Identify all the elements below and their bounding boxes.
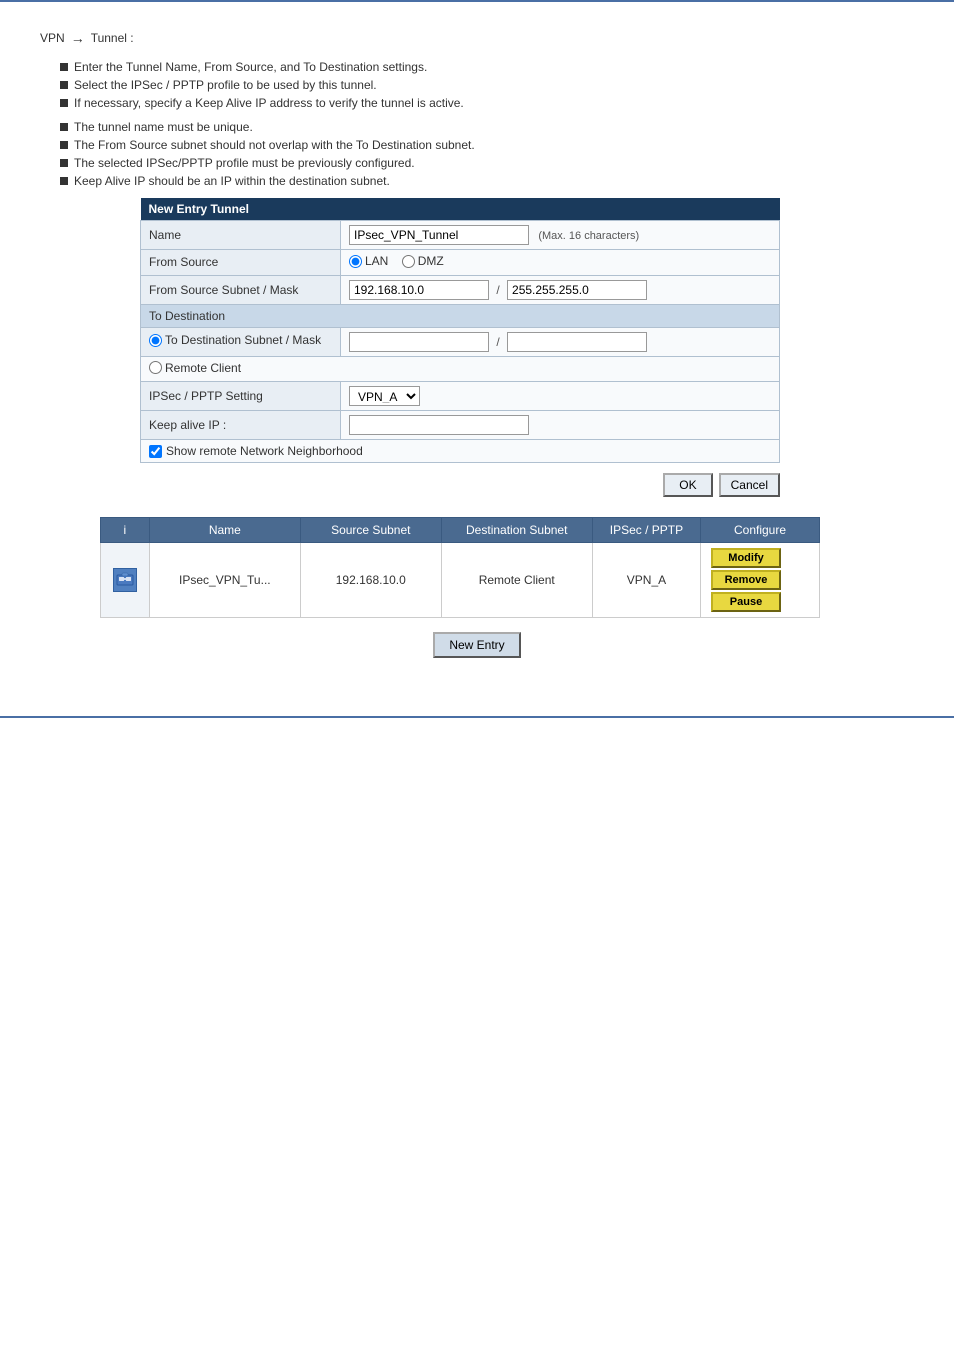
from-subnet-cell: / xyxy=(341,275,780,304)
ipsec-label: IPSec / PPTP Setting xyxy=(141,382,341,411)
bullet-item-4: The tunnel name must be unique. xyxy=(60,120,914,134)
col-header-i: i xyxy=(101,518,150,543)
nav-arrow: → xyxy=(71,30,85,46)
bullet-list-group1: Enter the Tunnel Name, From Source, and … xyxy=(40,60,914,110)
to-dest-subnet-cell: / xyxy=(341,327,780,356)
cancel-button[interactable]: Cancel xyxy=(719,473,780,497)
from-subnet-label: From Source Subnet / Mask xyxy=(141,275,341,304)
name-label: Name xyxy=(141,221,341,250)
row-ipsec: VPN_A xyxy=(592,543,700,618)
radio-dmz-text: DMZ xyxy=(418,254,444,268)
table-row: IPsec_VPN_Tu... 192.168.10.0 Remote Clie… xyxy=(101,543,820,618)
vpn-icon xyxy=(113,568,137,592)
new-entry-button[interactable]: New Entry xyxy=(433,632,520,658)
col-header-source: Source Subnet xyxy=(301,518,442,543)
new-entry-form: New Entry Tunnel Name (Max. 16 character… xyxy=(140,198,780,463)
bullet-item-3: If necessary, specify a Keep Alive IP ad… xyxy=(60,96,914,110)
radio-dest-subnet[interactable] xyxy=(149,334,162,347)
ipsec-select[interactable]: VPN_A VPN_B VPN_C xyxy=(349,386,420,406)
show-network-label: Show remote Network Neighborhood xyxy=(166,444,363,458)
radio-remote-client[interactable] xyxy=(149,361,162,374)
nav-tunnel: Tunnel : xyxy=(91,31,134,45)
bullet-icon-7 xyxy=(60,177,68,185)
row-configure: Modify Remove Pause xyxy=(701,543,820,618)
bullet-item-5: The From Source subnet should not overla… xyxy=(60,138,914,152)
to-dest-subnet-text: To Destination Subnet / Mask xyxy=(165,333,321,347)
pause-button[interactable]: Pause xyxy=(711,592,781,612)
bullet-icon-5 xyxy=(60,141,68,149)
bullet-item-1: Enter the Tunnel Name, From Source, and … xyxy=(60,60,914,74)
bullet-icon-4 xyxy=(60,123,68,131)
radio-dmz[interactable] xyxy=(402,255,415,268)
bullet-icon-3 xyxy=(60,99,68,107)
bullet-list-group2: The tunnel name must be unique. The From… xyxy=(40,120,914,188)
show-network-cell: Show remote Network Neighborhood xyxy=(141,440,780,463)
ok-cancel-row: OK Cancel xyxy=(140,473,780,497)
bullet-icon-6 xyxy=(60,159,68,167)
bullet-item-7: Keep Alive IP should be an IP within the… xyxy=(60,174,914,188)
to-dest-subnet-label: To Destination Subnet / Mask xyxy=(141,327,341,356)
radio-remote-client-label[interactable]: Remote Client xyxy=(149,361,241,375)
bullet-icon-1 xyxy=(60,63,68,71)
name-cell: (Max. 16 characters) xyxy=(341,221,780,250)
name-hint: (Max. 16 characters) xyxy=(538,230,639,242)
radio-lan-text: LAN xyxy=(365,254,388,268)
to-dest-subnet-input[interactable] xyxy=(349,332,489,352)
row-icon-cell xyxy=(101,543,150,618)
col-header-ipsec: IPSec / PPTP xyxy=(592,518,700,543)
from-subnet-input[interactable] xyxy=(349,280,489,300)
radio-dest-subnet-label[interactable]: To Destination Subnet / Mask xyxy=(149,333,321,347)
radio-lan[interactable] xyxy=(349,255,362,268)
ipsec-cell: VPN_A VPN_B VPN_C xyxy=(341,382,780,411)
result-table: i Name Source Subnet Destination Subnet … xyxy=(100,517,820,618)
keep-alive-input[interactable] xyxy=(349,415,529,435)
form-title: New Entry Tunnel xyxy=(141,198,780,221)
remote-client-text: Remote Client xyxy=(165,361,241,375)
to-dest-slash: / xyxy=(496,335,499,349)
name-input[interactable] xyxy=(349,225,529,245)
new-entry-row: New Entry xyxy=(40,632,914,658)
from-mask-input[interactable] xyxy=(507,280,647,300)
keep-alive-label: Keep alive IP : xyxy=(141,411,341,440)
bullet-item-6: The selected IPSec/PPTP profile must be … xyxy=(60,156,914,170)
col-header-dest: Destination Subnet xyxy=(441,518,592,543)
row-name: IPsec_VPN_Tu... xyxy=(149,543,300,618)
remote-client-cell: Remote Client xyxy=(141,356,780,382)
from-source-label: From Source xyxy=(141,250,341,276)
bullet-icon-2 xyxy=(60,81,68,89)
to-dest-header: To Destination xyxy=(141,304,780,327)
subnet-slash: / xyxy=(496,283,499,297)
nav-vpn: VPN xyxy=(40,31,65,45)
remove-button[interactable]: Remove xyxy=(711,570,781,590)
col-header-name: Name xyxy=(149,518,300,543)
radio-dmz-label[interactable]: DMZ xyxy=(402,254,444,268)
to-dest-mask-input[interactable] xyxy=(507,332,647,352)
ok-button[interactable]: OK xyxy=(663,473,712,497)
from-source-cell: LAN DMZ xyxy=(341,250,780,276)
modify-button[interactable]: Modify xyxy=(711,548,781,568)
row-source: 192.168.10.0 xyxy=(301,543,442,618)
bullet-item-2: Select the IPSec / PPTP profile to be us… xyxy=(60,78,914,92)
show-network-checkbox[interactable] xyxy=(149,445,162,458)
row-dest: Remote Client xyxy=(441,543,592,618)
nav-path: VPN → Tunnel : xyxy=(40,30,914,46)
radio-lan-label[interactable]: LAN xyxy=(349,254,388,268)
col-header-configure: Configure xyxy=(701,518,820,543)
keep-alive-cell xyxy=(341,411,780,440)
